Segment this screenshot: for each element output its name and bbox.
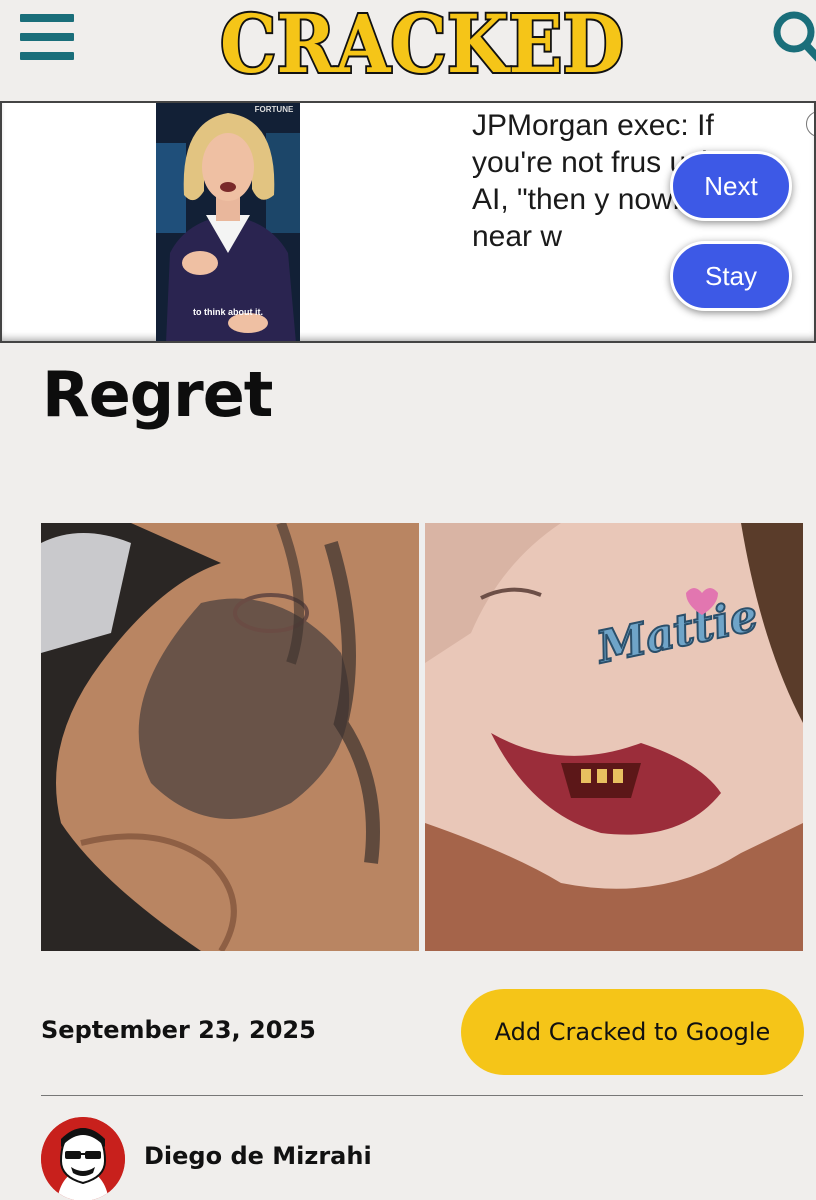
site-header: CRACKED — [0, 0, 816, 102]
ad-image-caption: to think about it. — [193, 307, 263, 317]
stay-button[interactable]: Stay — [670, 241, 792, 311]
ad-close-icon[interactable]: × — [806, 111, 814, 137]
site-logo[interactable]: CRACKED — [214, 0, 630, 84]
logo-text: CRACKED — [220, 0, 624, 84]
article-hero-image: Mattie — [41, 523, 803, 951]
publish-date: September 23, 2025 — [41, 1016, 316, 1044]
article-title: Regret — [42, 358, 273, 431]
add-to-google-button[interactable]: Add Cracked to Google — [461, 989, 804, 1075]
next-button[interactable]: Next — [670, 151, 792, 221]
ad-image-brand: FORTUNE — [255, 105, 294, 114]
search-icon[interactable] — [766, 8, 816, 64]
author-avatar[interactable] — [41, 1117, 125, 1200]
divider — [41, 1095, 803, 1096]
ad-thumbnail[interactable]: FORTUNE to think about it. — [156, 103, 300, 341]
author-name[interactable]: Diego de Mizrahi — [144, 1142, 372, 1170]
hamburger-menu-icon[interactable] — [20, 14, 74, 60]
